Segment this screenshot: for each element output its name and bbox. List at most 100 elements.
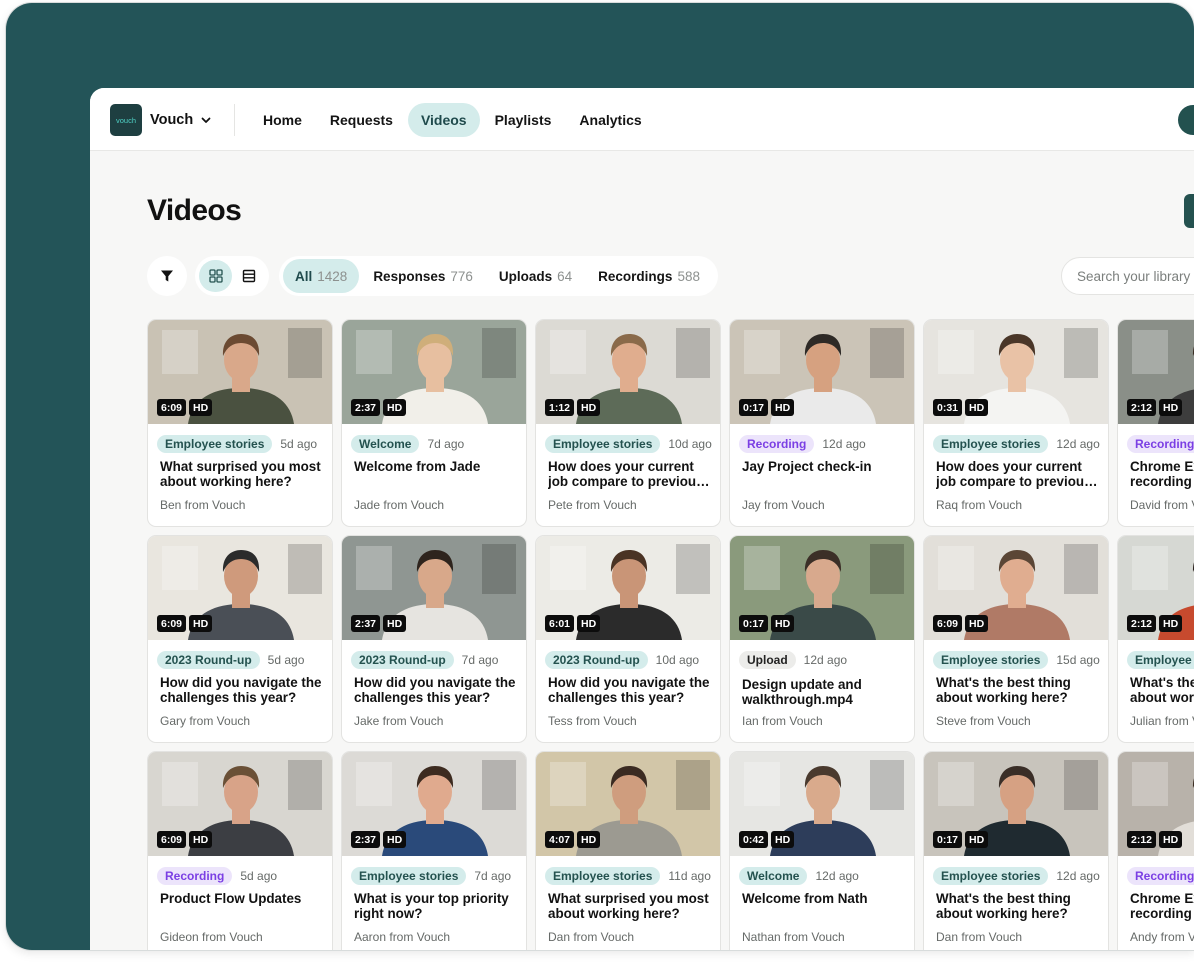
hd-badge: HD xyxy=(771,615,795,632)
tab-all[interactable]: All 1428 xyxy=(283,259,360,293)
video-card[interactable]: 6:09 HD Employee stories 5d ago What surpris… xyxy=(147,319,333,527)
category-tag[interactable]: Employee stories xyxy=(351,867,467,885)
tab-count: 64 xyxy=(557,268,573,284)
video-title[interactable]: How did you navigate the challenges this… xyxy=(548,676,710,705)
video-card[interactable]: 0:17 HD Upload 12d ago Design update and wal… xyxy=(729,535,915,743)
video-title[interactable]: Welcome from Nath xyxy=(742,892,904,907)
user-avatar[interactable] xyxy=(1178,105,1194,135)
category-tag[interactable]: Employee stories xyxy=(933,651,1049,669)
hd-badge: HD xyxy=(771,831,795,848)
video-author: Julian from Vouch xyxy=(1130,714,1194,728)
video-card[interactable]: 2:12HD Recording12d ago Chrome Extension r… xyxy=(1117,319,1194,527)
category-tag[interactable]: Employee stories xyxy=(157,435,273,453)
duration-badge: 6:09 xyxy=(157,831,187,848)
nav-playlists[interactable]: Playlists xyxy=(482,103,565,137)
video-type-tabs: All 1428 Responses 776 Uploads 64 Recording… xyxy=(279,256,718,296)
duration-badge: 0:17 xyxy=(933,831,963,848)
video-title[interactable]: What's the best thing about working here… xyxy=(936,892,1098,921)
tab-recordings[interactable]: Recordings 588 xyxy=(586,259,712,293)
category-tag[interactable]: 2023 Round-up xyxy=(351,651,454,669)
video-title[interactable]: Welcome from Jade xyxy=(354,460,516,475)
nav-home[interactable]: Home xyxy=(250,103,315,137)
nav-videos[interactable]: Videos xyxy=(407,103,480,137)
video-card[interactable]: 2:37 HD Employee stories 7d ago What is your… xyxy=(341,751,527,950)
hd-badge: HD xyxy=(577,399,601,416)
workspace-switcher[interactable]: vouch Vouch xyxy=(110,104,212,136)
duration-badge: 2:12 xyxy=(1127,615,1157,632)
tab-responses[interactable]: Responses 776 xyxy=(361,259,485,293)
card-meta: 2023 Round-up 7d ago xyxy=(351,651,498,669)
video-title[interactable]: How did you navigate the challenges this… xyxy=(354,676,516,705)
video-card[interactable]: 2:12HD Employee stories15d ago What's the … xyxy=(1117,535,1194,743)
nav-divider xyxy=(234,104,235,136)
video-title[interactable]: Chrome Extension recording xyxy=(1130,460,1194,489)
filter-button[interactable] xyxy=(147,256,187,296)
category-tag[interactable]: Employee stories xyxy=(545,867,661,885)
duration-badge: 2:37 xyxy=(351,615,381,632)
category-tag[interactable]: 2023 Round-up xyxy=(545,651,648,669)
video-card[interactable]: 6:09 HD 2023 Round-up 5d ago How did you nav… xyxy=(147,535,333,743)
duration-badge: 6:09 xyxy=(157,399,187,416)
nav-requests[interactable]: Requests xyxy=(317,103,406,137)
video-title[interactable]: What's the best thing about working here… xyxy=(936,676,1098,705)
video-title[interactable]: Jay Project check-in xyxy=(742,460,904,475)
video-card[interactable]: 0:31 HD Employee stories 12d ago How does yo… xyxy=(923,319,1109,527)
category-tag[interactable]: Welcome xyxy=(739,867,808,885)
tab-label: Uploads xyxy=(498,268,553,284)
category-tag[interactable]: Employee stories xyxy=(933,867,1049,885)
category-tag[interactable]: Welcome xyxy=(351,435,420,453)
timestamp: 10d ago xyxy=(655,653,700,667)
video-author: Ben from Vouch xyxy=(160,498,246,512)
tab-uploads[interactable]: Uploads 64 xyxy=(487,259,584,293)
category-tag[interactable]: Recording xyxy=(157,867,233,885)
timestamp: 7d ago xyxy=(427,437,465,451)
video-title[interactable]: Chrome Extension recording xyxy=(1130,892,1194,921)
timestamp: 15d ago xyxy=(1056,653,1100,667)
hd-badge: HD xyxy=(965,399,989,416)
video-author: Jay from Vouch xyxy=(742,498,825,512)
list-view-button[interactable] xyxy=(232,260,265,292)
video-title[interactable]: How does your current job compare to pre… xyxy=(548,460,710,489)
search-input[interactable]: Search your library xyxy=(1061,257,1194,295)
video-card[interactable]: 2:37 HD 2023 Round-up 7d ago How did you nav… xyxy=(341,535,527,743)
video-title[interactable]: How did you navigate the challenges this… xyxy=(160,676,322,705)
category-tag[interactable]: Employee stories xyxy=(545,435,661,453)
video-card[interactable]: 4:07 HD Employee stories 11d ago What surpri… xyxy=(535,751,721,950)
video-card[interactable]: 0:17 HD Recording 12d ago Jay Project check-… xyxy=(729,319,915,527)
timestamp: 12d ago xyxy=(822,437,866,451)
category-tag[interactable]: 2023 Round-up xyxy=(157,651,260,669)
video-card[interactable]: 6:09 HD Recording 5d ago Product Flow Update… xyxy=(147,751,333,950)
primary-action-button[interactable] xyxy=(1184,194,1194,228)
duration-badge: 6:09 xyxy=(157,615,187,632)
video-title[interactable]: Design update and walkthrough.mp4 xyxy=(742,678,904,707)
video-author: Jade from Vouch xyxy=(354,498,445,512)
video-title[interactable]: What surprised you most about working he… xyxy=(548,892,710,921)
grid-view-button[interactable] xyxy=(199,260,232,292)
timestamp: 10d ago xyxy=(668,437,712,451)
video-author: Nathan from Vouch xyxy=(742,930,845,944)
video-author: Pete from Vouch xyxy=(548,498,637,512)
video-card[interactable]: 0:42 HD Welcome 12d ago Welcome from Nath Nat… xyxy=(729,751,915,950)
duration-badge: 0:17 xyxy=(739,615,769,632)
video-title[interactable]: How does your current job compare to pre… xyxy=(936,460,1098,489)
video-card[interactable]: 2:37 HD Welcome 7d ago Welcome from Jade Jade… xyxy=(341,319,527,527)
category-tag[interactable]: Employee stories xyxy=(933,435,1049,453)
video-title[interactable]: What surprised you most about working he… xyxy=(160,460,322,489)
video-card[interactable]: 1:12 HD Employee stories 10d ago How does yo… xyxy=(535,319,721,527)
category-tag[interactable]: Upload xyxy=(739,651,796,669)
video-card[interactable]: 0:17 HD Employee stories 12d ago What's the … xyxy=(923,751,1109,950)
video-title[interactable]: What's the best thing about working here… xyxy=(1130,676,1194,705)
duration-badge: 2:12 xyxy=(1127,831,1157,848)
video-card[interactable]: 6:01 HD 2023 Round-up 10d ago How did you na… xyxy=(535,535,721,743)
video-title[interactable]: Product Flow Updates xyxy=(160,892,322,907)
nav-analytics[interactable]: Analytics xyxy=(566,103,654,137)
card-meta: Employee stories 7d ago xyxy=(351,867,511,885)
category-tag[interactable]: Employee stories xyxy=(1127,651,1194,669)
video-card[interactable]: 6:09 HD Employee stories 15d ago What's the … xyxy=(923,535,1109,743)
video-card[interactable]: 2:12HD Recording12d ago Chrome Extension r… xyxy=(1117,751,1194,950)
category-tag[interactable]: Recording xyxy=(1127,435,1194,453)
card-meta: Employee stories 12d ago xyxy=(933,867,1100,885)
category-tag[interactable]: Recording xyxy=(739,435,815,453)
video-title[interactable]: What is your top priority right now? xyxy=(354,892,516,921)
category-tag[interactable]: Recording xyxy=(1127,867,1194,885)
